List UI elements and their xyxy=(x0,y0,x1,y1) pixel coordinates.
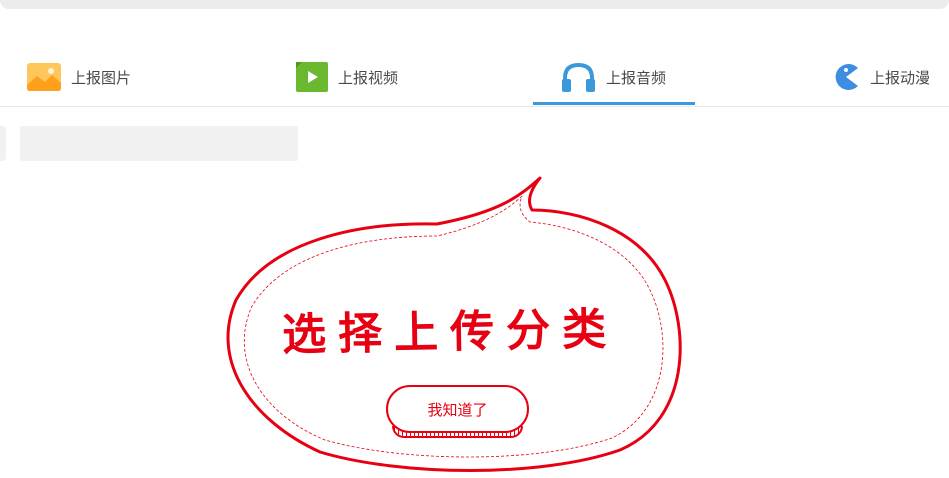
guide-title: 选择上传分类 xyxy=(281,304,619,361)
got-it-button[interactable]: 我知道了 xyxy=(386,385,529,433)
